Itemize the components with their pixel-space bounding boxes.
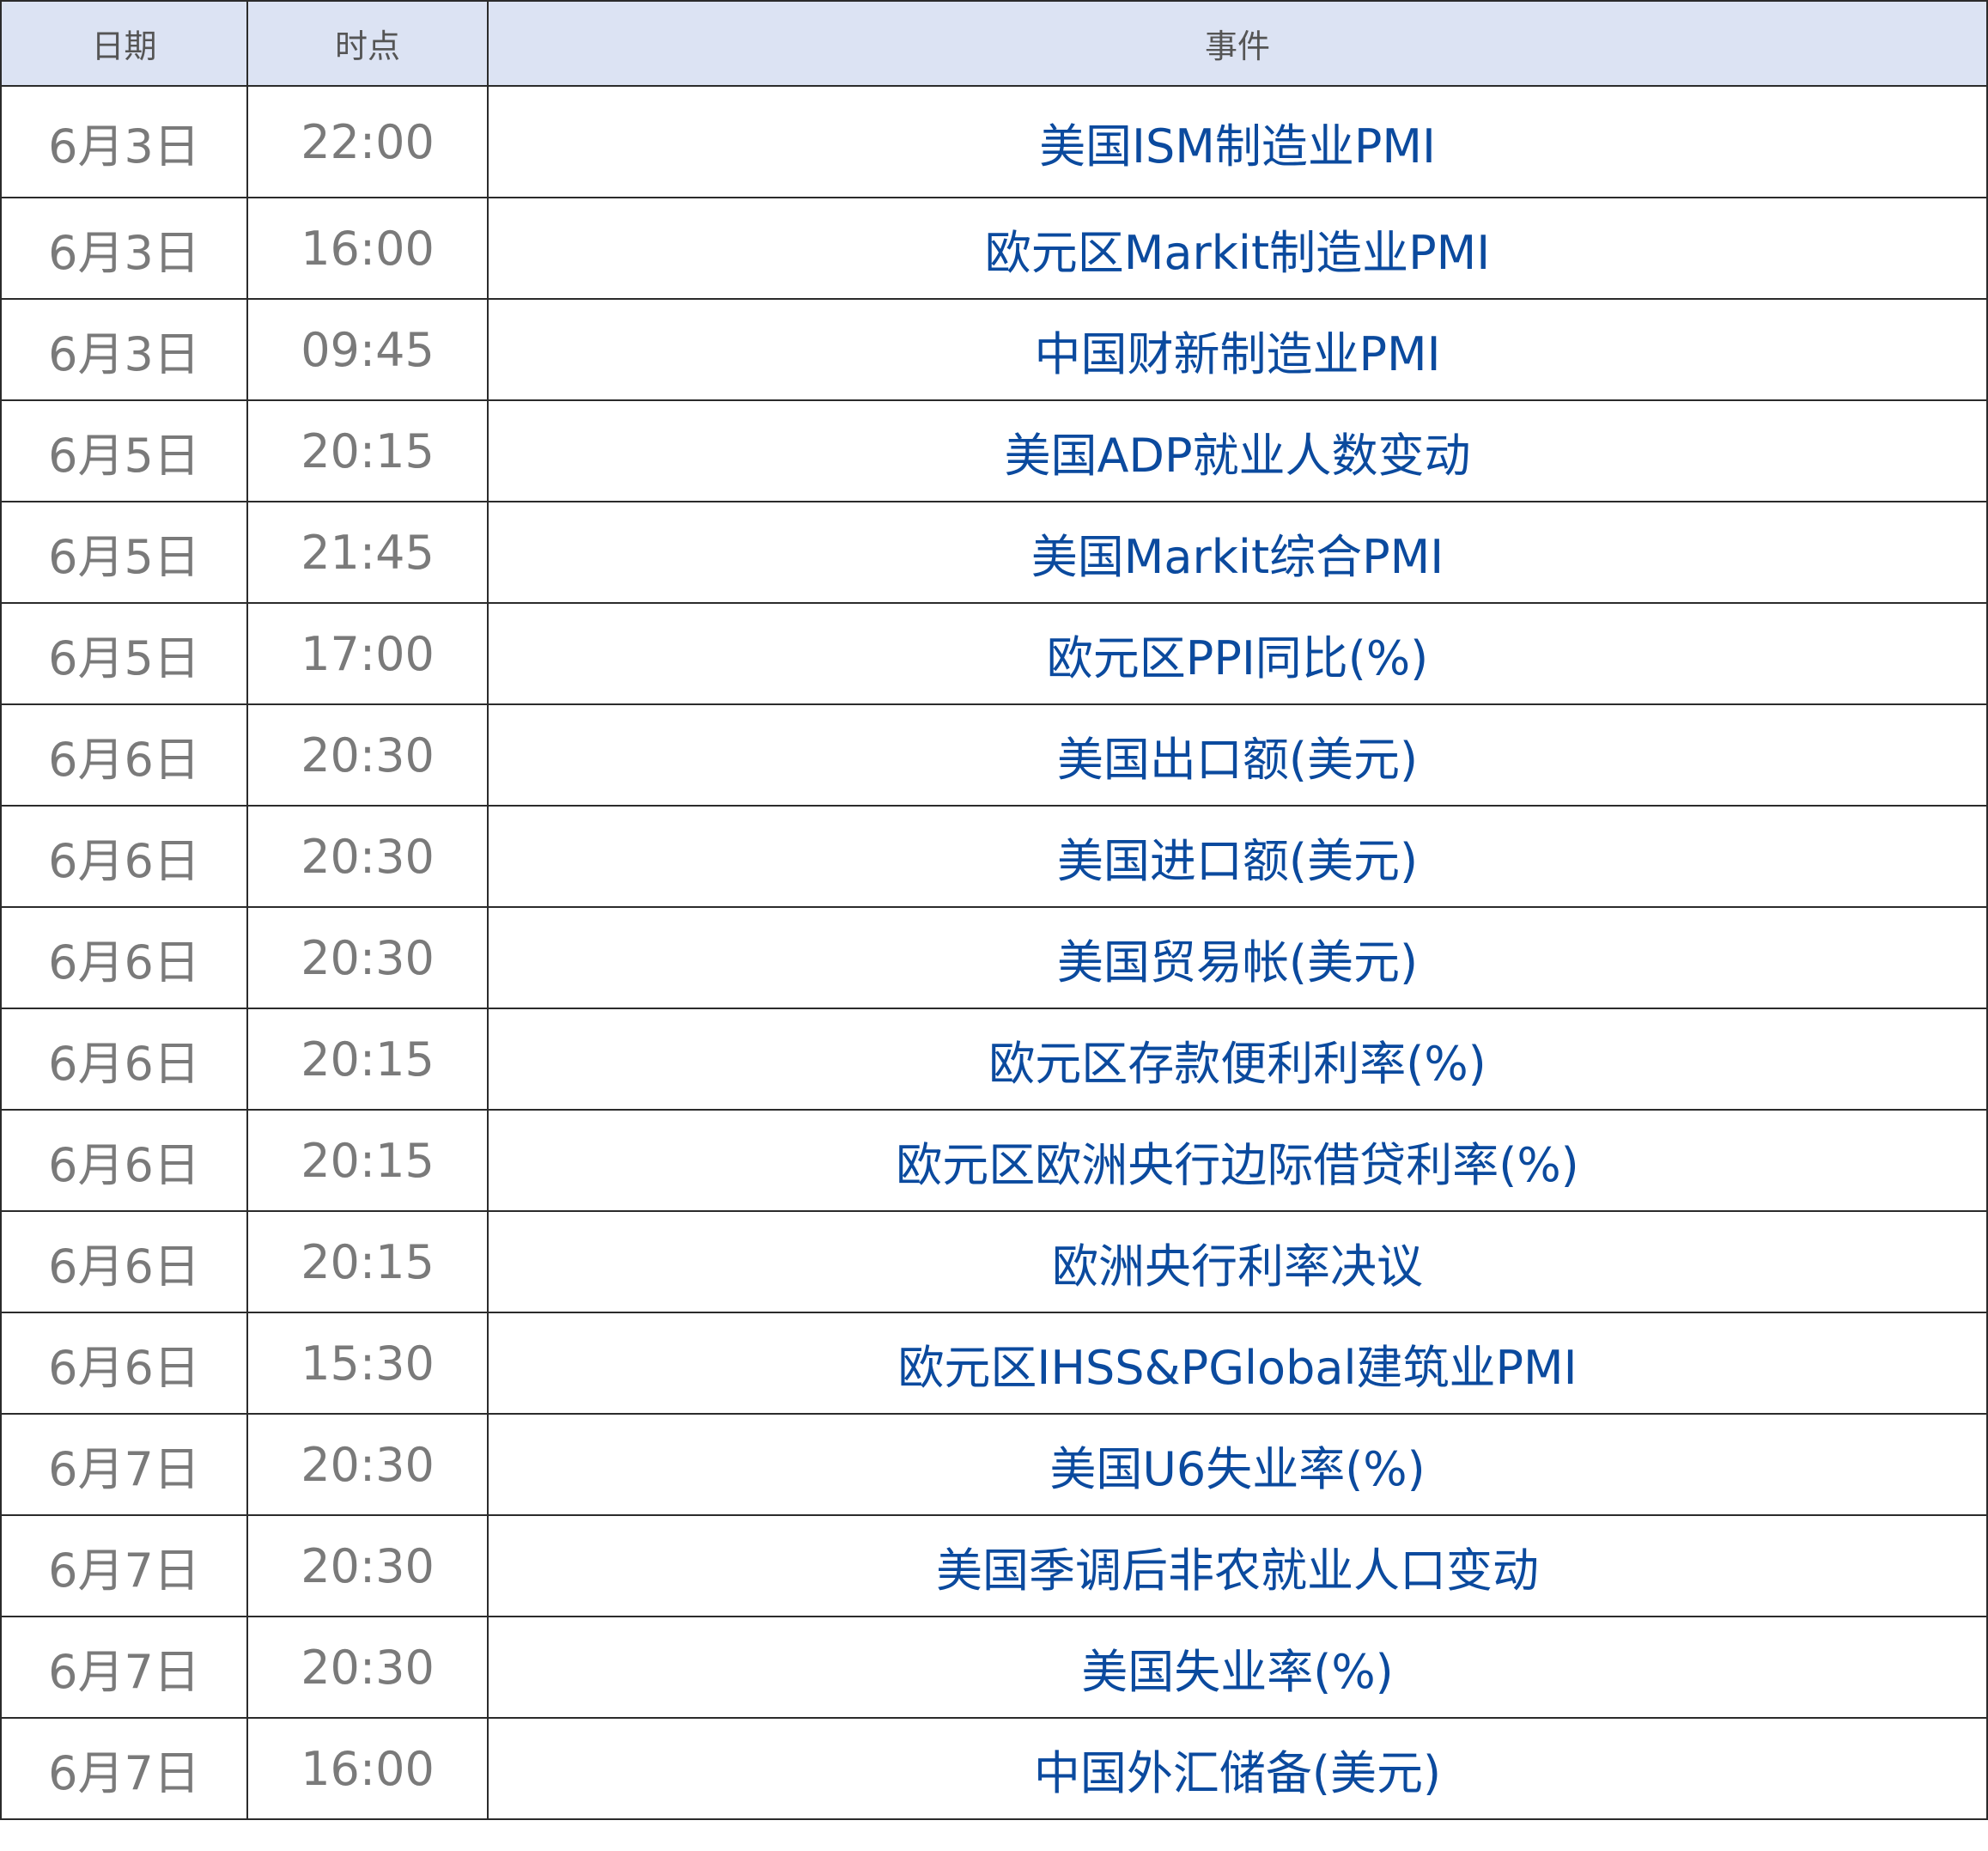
cell-time: 20:15: [246, 399, 489, 502]
cell-time: 20:30: [246, 805, 489, 908]
table-row: 6月5日 21:45 美国Markit综合PMI: [0, 501, 1988, 604]
cell-event: 美国进口额(美元): [487, 805, 1988, 908]
cell-event: 美国季调后非农就业人口变动: [487, 1514, 1988, 1617]
cell-event: 美国贸易帐(美元): [487, 906, 1988, 1009]
cell-time: 20:30: [246, 1413, 489, 1516]
cell-date: 6月7日: [0, 1616, 248, 1719]
economic-calendar-table: 日期 时点 事件 6月3日 22:00 美国ISM制造业PMI 6月3日 16:…: [0, 0, 1988, 1820]
table-row: 6月6日 20:15 欧洲央行利率决议: [0, 1210, 1988, 1313]
cell-date: 6月3日: [0, 197, 248, 300]
header-row: 日期 时点 事件: [0, 0, 1988, 87]
cell-event: 欧元区PPI同比(%): [487, 602, 1988, 705]
table-row: 6月6日 20:30 美国进口额(美元): [0, 805, 1988, 908]
cell-date: 6月5日: [0, 602, 248, 705]
cell-time: 20:15: [246, 1008, 489, 1111]
table-row: 6月7日 20:30 美国季调后非农就业人口变动: [0, 1514, 1988, 1617]
table-row: 6月6日 20:15 欧元区欧洲央行边际借贷利率(%): [0, 1109, 1988, 1212]
cell-time: 20:30: [246, 703, 489, 807]
table-row: 6月6日 15:30 欧元区IHSS&PGlobal建筑业PMI: [0, 1312, 1988, 1415]
cell-date: 6月7日: [0, 1514, 248, 1617]
cell-event: 美国U6失业率(%): [487, 1413, 1988, 1516]
cell-time: 20:30: [246, 1616, 489, 1719]
cell-event: 欧洲央行利率决议: [487, 1210, 1988, 1313]
cell-event: 中国外汇储备(美元): [487, 1717, 1988, 1820]
cell-time: 16:00: [246, 1717, 489, 1820]
table-row: 6月7日 20:30 美国U6失业率(%): [0, 1413, 1988, 1516]
cell-time: 22:00: [246, 85, 489, 198]
cell-time: 15:30: [246, 1312, 489, 1415]
cell-date: 6月6日: [0, 1008, 248, 1111]
table-row: 6月3日 22:00 美国ISM制造业PMI: [0, 85, 1988, 198]
table-row: 6月6日 20:15 欧元区存款便利利率(%): [0, 1008, 1988, 1111]
cell-event: 美国出口额(美元): [487, 703, 1988, 807]
cell-time: 16:00: [246, 197, 489, 300]
header-date: 日期: [0, 0, 248, 87]
cell-event: 中国财新制造业PMI: [487, 298, 1988, 401]
cell-date: 6月7日: [0, 1717, 248, 1820]
cell-time: 09:45: [246, 298, 489, 401]
table-row: 6月6日 20:30 美国出口额(美元): [0, 703, 1988, 807]
table-row: 6月3日 09:45 中国财新制造业PMI: [0, 298, 1988, 401]
cell-time: 20:15: [246, 1210, 489, 1313]
cell-date: 6月3日: [0, 298, 248, 401]
header-time: 时点: [246, 0, 489, 87]
table-row: 6月3日 16:00 欧元区Markit制造业PMI: [0, 197, 1988, 300]
cell-date: 6月5日: [0, 501, 248, 604]
header-event: 事件: [487, 0, 1988, 87]
cell-time: 17:00: [246, 602, 489, 705]
cell-date: 6月6日: [0, 906, 248, 1009]
cell-time: 20:30: [246, 1514, 489, 1617]
table-row: 6月6日 20:30 美国贸易帐(美元): [0, 906, 1988, 1009]
cell-date: 6月7日: [0, 1413, 248, 1516]
cell-time: 20:30: [246, 906, 489, 1009]
cell-time: 20:15: [246, 1109, 489, 1212]
cell-date: 6月5日: [0, 399, 248, 502]
table-row: 6月7日 20:30 美国失业率(%): [0, 1616, 1988, 1719]
cell-event: 欧元区存款便利利率(%): [487, 1008, 1988, 1111]
cell-date: 6月3日: [0, 85, 248, 198]
cell-date: 6月6日: [0, 1210, 248, 1313]
cell-date: 6月6日: [0, 805, 248, 908]
cell-date: 6月6日: [0, 1312, 248, 1415]
cell-event: 美国ADP就业人数变动: [487, 399, 1988, 502]
cell-event: 美国Markit综合PMI: [487, 501, 1988, 604]
cell-event: 美国ISM制造业PMI: [487, 85, 1988, 198]
cell-date: 6月6日: [0, 1109, 248, 1212]
cell-time: 21:45: [246, 501, 489, 604]
table-row: 6月7日 16:00 中国外汇储备(美元): [0, 1717, 1988, 1820]
cell-event: 欧元区欧洲央行边际借贷利率(%): [487, 1109, 1988, 1212]
cell-event: 欧元区Markit制造业PMI: [487, 197, 1988, 300]
cell-date: 6月6日: [0, 703, 248, 807]
table-row: 6月5日 20:15 美国ADP就业人数变动: [0, 399, 1988, 502]
cell-event: 美国失业率(%): [487, 1616, 1988, 1719]
cell-event: 欧元区IHSS&PGlobal建筑业PMI: [487, 1312, 1988, 1415]
table-row: 6月5日 17:00 欧元区PPI同比(%): [0, 602, 1988, 705]
